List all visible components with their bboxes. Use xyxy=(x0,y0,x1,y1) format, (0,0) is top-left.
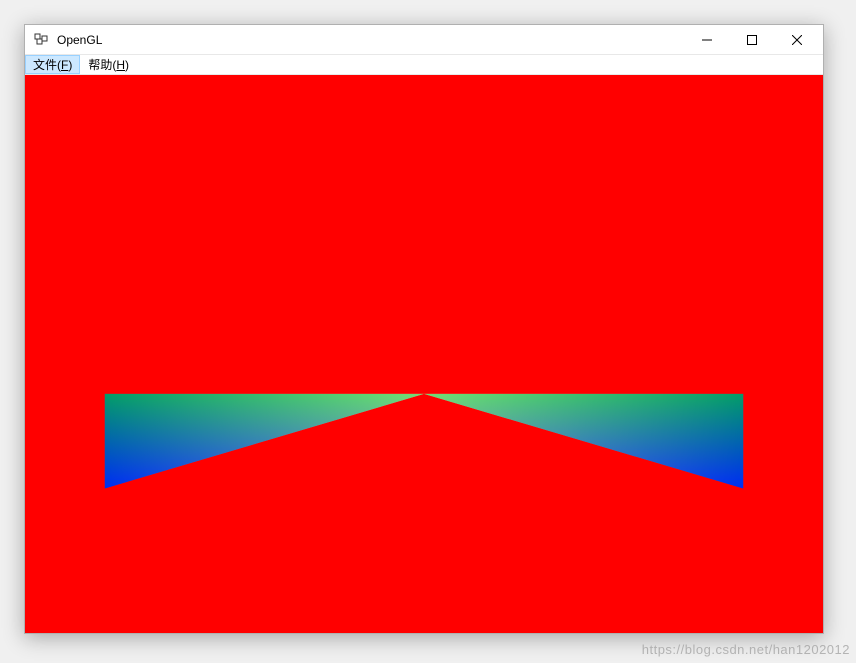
menu-help-prefix: 帮助( xyxy=(88,56,116,73)
menu-file-mnemonic: F xyxy=(61,58,68,72)
menu-file-prefix: 文件( xyxy=(33,56,61,73)
app-window: OpenGL 文件(F) 帮助(H) xyxy=(24,24,824,634)
menu-file[interactable]: 文件(F) xyxy=(25,55,80,74)
menu-help[interactable]: 帮助(H) xyxy=(80,55,137,74)
opengl-canvas xyxy=(25,75,823,633)
titlebar-left: OpenGL xyxy=(33,32,102,48)
canvas-background xyxy=(25,75,823,633)
close-button[interactable] xyxy=(774,26,819,54)
window-controls xyxy=(684,26,819,54)
menu-help-mnemonic: H xyxy=(116,58,125,72)
minimize-button[interactable] xyxy=(684,26,729,54)
maximize-button[interactable] xyxy=(729,26,774,54)
menubar: 文件(F) 帮助(H) xyxy=(25,55,823,75)
menu-file-suffix: ) xyxy=(68,58,72,72)
opengl-viewport xyxy=(25,75,823,633)
app-icon xyxy=(33,32,49,48)
watermark-text: https://blog.csdn.net/han1202012 xyxy=(642,642,850,657)
menu-help-suffix: ) xyxy=(125,58,129,72)
titlebar: OpenGL xyxy=(25,25,823,55)
window-title: OpenGL xyxy=(57,33,102,47)
